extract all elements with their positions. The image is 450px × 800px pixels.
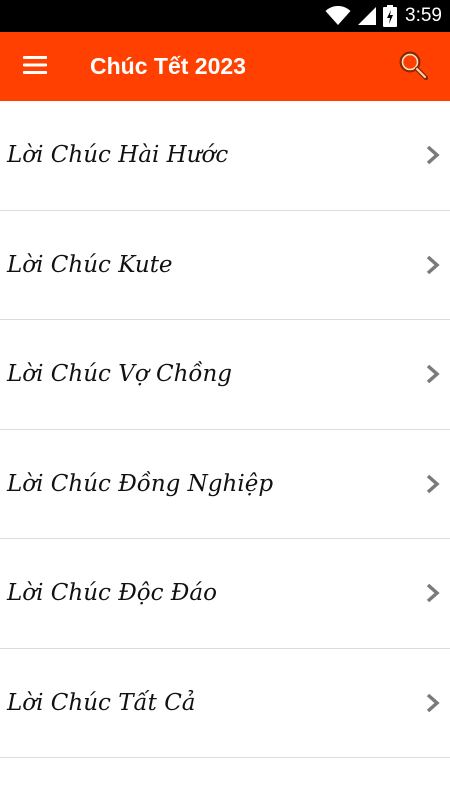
battery-charging-icon xyxy=(383,5,398,27)
chevron-right-icon xyxy=(424,144,442,166)
list-item-tat-ca[interactable]: Lời Chúc Tất Cả xyxy=(0,649,450,758)
search-button[interactable] xyxy=(382,32,444,101)
category-list: Lời Chúc Hài Hước Lời Chúc Kute Lời Chúc… xyxy=(0,101,450,758)
list-item-hai-huoc[interactable]: Lời Chúc Hài Hước xyxy=(0,101,450,211)
list-item-label: Lời Chúc Tất Cả xyxy=(7,689,196,716)
menu-icon xyxy=(23,55,47,78)
chevron-right-icon xyxy=(424,473,442,495)
list-item-doc-dao[interactable]: Lời Chúc Độc Đáo xyxy=(0,539,450,649)
chevron-right-icon xyxy=(424,582,442,604)
wifi-icon xyxy=(325,6,351,26)
signal-icon xyxy=(357,6,377,26)
list-item-label: Lời Chúc Độc Đáo xyxy=(7,580,217,607)
chevron-right-icon xyxy=(424,692,442,714)
menu-button[interactable] xyxy=(0,32,70,101)
page-title: Chúc Tết 2023 xyxy=(90,53,246,79)
app-bar: Chúc Tết 2023 xyxy=(0,32,450,101)
search-icon xyxy=(398,50,429,84)
chevron-right-icon xyxy=(424,363,442,385)
list-item-vo-chong[interactable]: Lời Chúc Vợ Chồng xyxy=(0,320,450,430)
chevron-right-icon xyxy=(424,254,442,276)
list-item-label: Lời Chúc Kute xyxy=(7,251,173,278)
status-bar: 3:59 xyxy=(0,0,450,32)
list-item-label: Lời Chúc Đồng Nghiệp xyxy=(7,470,274,497)
list-item-dong-nghiep[interactable]: Lời Chúc Đồng Nghiệp xyxy=(0,430,450,539)
list-item-kute[interactable]: Lời Chúc Kute xyxy=(0,211,450,320)
list-item-label: Lời Chúc Hài Hước xyxy=(7,142,229,169)
list-item-label: Lời Chúc Vợ Chồng xyxy=(7,361,232,388)
status-time: 3:59 xyxy=(405,5,442,26)
